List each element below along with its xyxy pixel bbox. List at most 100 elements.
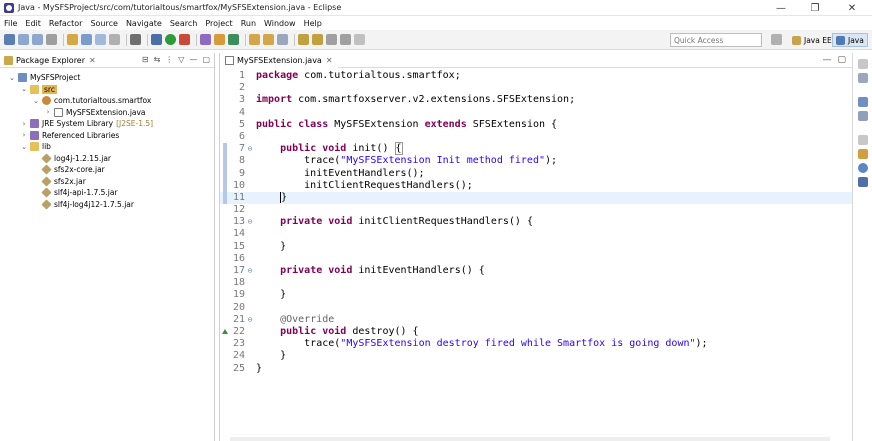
expand-twisty-icon[interactable]: ⌄ bbox=[8, 74, 16, 82]
problems-icon[interactable] bbox=[857, 135, 868, 145]
skip-icon[interactable] bbox=[130, 34, 141, 45]
show-whitespace-icon[interactable] bbox=[109, 34, 120, 45]
declaration-icon[interactable] bbox=[857, 163, 868, 173]
debug-icon[interactable] bbox=[151, 34, 162, 45]
tree-item-java-file[interactable]: › MySFSExtension.java bbox=[0, 107, 214, 119]
expand-twisty-icon[interactable]: ⌄ bbox=[32, 97, 40, 105]
fold-toggle-icon[interactable]: ⊖ bbox=[246, 216, 254, 228]
code-line[interactable]: 4 bbox=[220, 107, 853, 119]
menu-navigate[interactable]: Navigate bbox=[126, 19, 162, 28]
minimize-editor-icon[interactable]: — bbox=[822, 55, 831, 65]
new-package-icon[interactable] bbox=[214, 34, 225, 45]
tab-package-explorer[interactable]: Package Explorer ✕ bbox=[0, 53, 100, 68]
print-icon[interactable] bbox=[46, 34, 57, 45]
annotation-icon[interactable] bbox=[298, 34, 309, 45]
menu-project[interactable]: Project bbox=[205, 19, 232, 28]
view-dropdown-icon[interactable]: ▽ bbox=[178, 55, 184, 64]
tab-mysfsextension-java[interactable]: MySFSExtension.java ✕ bbox=[220, 52, 338, 68]
code-line[interactable]: 9 initEventHandlers(); bbox=[220, 167, 853, 180]
code-line[interactable]: 25} bbox=[220, 363, 853, 375]
fold-toggle-icon[interactable]: ⊖ bbox=[246, 143, 254, 155]
save-icon[interactable] bbox=[18, 34, 29, 45]
tree-item-jar[interactable]: slf4j-api-1.7.5.jar bbox=[0, 187, 214, 199]
expand-twisty-icon[interactable]: › bbox=[20, 120, 28, 128]
code-line[interactable]: 11 } bbox=[220, 191, 853, 205]
view-menu-icon[interactable]: ⋮ bbox=[165, 55, 173, 64]
expand-twisty-icon[interactable]: ⌄ bbox=[20, 85, 28, 93]
quick-access-input[interactable] bbox=[670, 33, 762, 47]
outline-icon[interactable] bbox=[857, 73, 868, 83]
external-tools-icon[interactable] bbox=[179, 34, 190, 45]
collapse-all-icon[interactable]: ⊟ bbox=[142, 55, 149, 64]
pin-editor-icon[interactable] bbox=[354, 34, 365, 45]
menu-window[interactable]: Window bbox=[264, 19, 296, 28]
hierarchy-icon[interactable] bbox=[857, 97, 868, 107]
minimize-view-icon[interactable]: — bbox=[189, 55, 197, 64]
code-line[interactable]: 18 bbox=[220, 277, 853, 289]
tree-item-package[interactable]: ⌄ com.tutorialtous.smartfox bbox=[0, 95, 214, 107]
perspective-java-ee[interactable]: Java EE bbox=[789, 33, 835, 47]
toggle-block-icon[interactable] bbox=[95, 34, 106, 45]
code-line[interactable]: 14 bbox=[220, 228, 853, 240]
tree-item-project[interactable]: ⌄ MySFSProject bbox=[0, 72, 214, 84]
code-line[interactable]: 7 ⊖ public void init() { bbox=[220, 142, 853, 156]
code-line[interactable]: 5 public class MySFSExtension extends SFS… bbox=[220, 119, 853, 131]
fold-toggle-icon[interactable]: ⊖ bbox=[246, 265, 254, 277]
code-line[interactable]: 2 bbox=[220, 82, 853, 94]
code-line[interactable]: 3 import com.smartfoxserver.v2.extensions… bbox=[220, 94, 853, 106]
open-task-icon[interactable] bbox=[263, 34, 274, 45]
close-icon[interactable]: ✕ bbox=[326, 56, 333, 65]
tree-item-lib[interactable]: ⌄ lib bbox=[0, 141, 214, 153]
menu-edit[interactable]: Edit bbox=[25, 19, 41, 28]
menu-run[interactable]: Run bbox=[241, 19, 256, 28]
open-perspective-icon[interactable] bbox=[771, 34, 782, 45]
maximize-editor-icon[interactable]: ▢ bbox=[837, 55, 846, 65]
expand-twisty-icon[interactable]: › bbox=[20, 131, 28, 139]
minimize-button[interactable]: — bbox=[764, 0, 798, 16]
code-line[interactable]: 8 trace("MySFSExtension Init method fire… bbox=[220, 155, 853, 168]
menu-source[interactable]: Source bbox=[90, 19, 117, 28]
code-line[interactable]: 1 package com.tutorialtous.smartfox; bbox=[220, 70, 853, 82]
close-button[interactable]: ✕ bbox=[832, 0, 872, 16]
back-icon[interactable] bbox=[326, 34, 337, 45]
mark-occurrences-icon[interactable] bbox=[81, 34, 92, 45]
code-line[interactable]: 10 initClientRequestHandlers(); bbox=[220, 179, 853, 192]
search-icon[interactable] bbox=[277, 34, 288, 45]
code-line[interactable]: 15 } bbox=[220, 241, 853, 253]
code-editor[interactable]: 1 package com.tutorialtous.smartfox; 2 3 imp… bbox=[220, 70, 853, 441]
new-java-project-icon[interactable] bbox=[200, 34, 211, 45]
open-type-icon[interactable] bbox=[249, 34, 260, 45]
code-line[interactable]: 20 bbox=[220, 302, 853, 314]
save-all-icon[interactable] bbox=[32, 34, 43, 45]
close-icon[interactable]: ✕ bbox=[89, 56, 96, 65]
code-line[interactable]: 22 public void destroy() { bbox=[220, 326, 853, 338]
code-line[interactable]: 12 bbox=[220, 204, 853, 216]
code-line[interactable]: 16 bbox=[220, 253, 853, 265]
new-class-icon[interactable] bbox=[228, 34, 239, 45]
tree-item-jar[interactable]: slf4j-log4j12-1.7.5.jar bbox=[0, 199, 214, 211]
skip-breakpoints-icon[interactable] bbox=[67, 34, 78, 45]
expand-twisty-icon[interactable]: ⌄ bbox=[20, 143, 28, 151]
fold-toggle-icon[interactable]: ⊖ bbox=[246, 314, 254, 326]
new-icon[interactable] bbox=[4, 34, 15, 45]
tree-item-jar[interactable]: sfs2x-core.jar bbox=[0, 164, 214, 176]
code-line[interactable]: 24 } bbox=[220, 350, 853, 362]
menu-search[interactable]: Search bbox=[170, 19, 197, 28]
type-hierarchy-icon[interactable] bbox=[857, 111, 868, 121]
menu-help[interactable]: Help bbox=[304, 19, 322, 28]
perspective-java[interactable]: Java bbox=[832, 33, 868, 47]
forward-icon[interactable] bbox=[340, 34, 351, 45]
next-annotation-icon[interactable] bbox=[312, 34, 323, 45]
javadoc-icon[interactable] bbox=[857, 149, 868, 159]
tree-item-referenced-libraries[interactable]: › Referenced Libraries bbox=[0, 130, 214, 142]
code-line[interactable]: 6 bbox=[220, 131, 853, 143]
code-line[interactable]: 19 } bbox=[220, 289, 853, 301]
code-line[interactable]: 23 trace("MySFSExtension destroy fired w… bbox=[220, 338, 853, 350]
link-with-editor-icon[interactable]: ⇆ bbox=[154, 55, 161, 64]
tree-item-jar[interactable]: sfs2x.jar bbox=[0, 176, 214, 188]
run-icon[interactable] bbox=[165, 34, 176, 45]
console-icon[interactable] bbox=[857, 177, 868, 187]
maximize-view-icon[interactable]: ▢ bbox=[202, 55, 210, 64]
tree-item-src[interactable]: ⌄ src bbox=[0, 84, 214, 96]
code-line[interactable]: 21 ⊖ @Override bbox=[220, 314, 853, 326]
